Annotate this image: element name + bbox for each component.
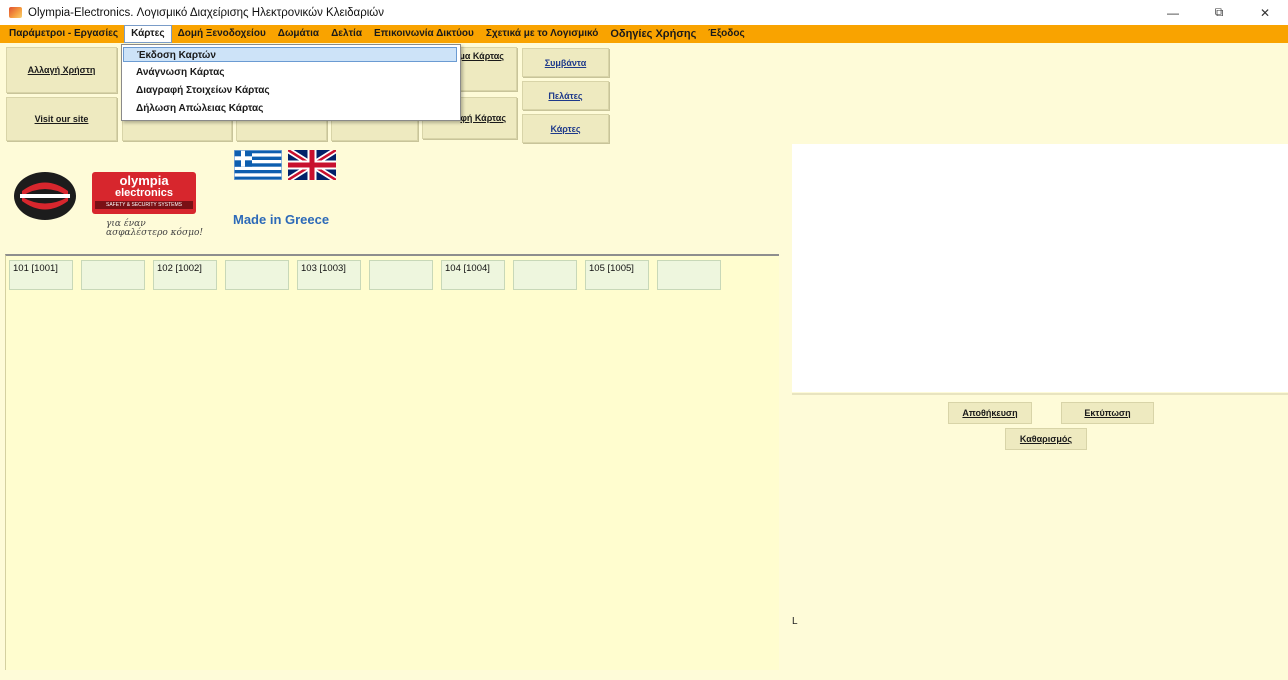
visit-site-button[interactable]: Visit our site [6,97,117,141]
room-tile[interactable] [81,260,145,290]
slogan-line-2: ασφαλέστερο κόσμο! [106,228,204,238]
rooms-panel: 101 [1001] 102 [1002] 103 [1003] 104 [10… [5,254,779,670]
window-title: Olympia-Electronics. Λογισμικό Διαχείρισ… [28,6,385,19]
room-tile[interactable]: 102 [1002] [153,260,217,290]
app-icon [9,7,22,18]
menu-parameters[interactable]: Παράμετροι - Εργασίες [0,25,124,43]
cards-button[interactable]: Κάρτες [522,114,609,143]
menu-rooms[interactable]: Δωμάτια [272,25,325,43]
change-user-button[interactable]: Αλλαγή Χρήστη [6,47,117,93]
made-in-greece-label: Made in Greece [233,212,330,227]
greek-flag-icon[interactable] [234,150,282,180]
menu-network[interactable]: Επικοινωνία Δικτύου [368,25,480,43]
room-tile[interactable] [369,260,433,290]
menu-delete-card-data[interactable]: Διαγραφή Στοιχείων Κάρτας [136,83,270,98]
menu-bar: Παράμετροι - Εργασίες Κάρτες Δομή Ξενοδο… [0,25,1288,43]
cards-dropdown-menu: Έκδοση Καρτών Ανάγνωση Κάρτας Διαγραφή Σ… [121,44,461,121]
save-button[interactable]: Αποθήκευση [948,402,1032,424]
room-tile[interactable] [225,260,289,290]
room-tile[interactable]: 104 [1004] [441,260,505,290]
uk-flag-icon[interactable] [288,150,336,180]
close-button[interactable]: ✕ [1242,0,1288,25]
card-bottom-label: φή Κάρτας [460,113,506,123]
room-tile[interactable]: 103 [1003] [297,260,361,290]
menu-hotel-structure[interactable]: Δομή Ξενοδοχείου [172,25,272,43]
company-logo: olympia electronics SAFETY & SECURITY SY… [10,160,230,245]
print-button[interactable]: Εκτύπωση [1061,402,1154,424]
details-text-area[interactable] [792,144,1288,392]
menu-issue-cards[interactable]: Έκδοση Καρτών [123,47,457,62]
restore-button[interactable]: ⧉ [1196,0,1242,25]
menu-about[interactable]: Σχετικά με το Λογισμικό [480,25,604,43]
room-tile[interactable] [513,260,577,290]
room-tile[interactable]: 105 [1005] [585,260,649,290]
customers-button[interactable]: Πελάτες [522,81,609,110]
events-button[interactable]: Συμβάντα [522,48,609,77]
brand-name-2: electronics [114,187,174,199]
card-top-label: ομα Κάρτας [453,51,504,61]
separator [792,393,1288,395]
room-tile[interactable] [657,260,721,290]
olympia-emblem-icon [14,172,76,220]
minimize-button[interactable]: — [1150,0,1196,25]
window-controls: — ⧉ ✕ [1150,0,1288,25]
slogan: για έναν ασφαλέστερο κόσμο! [106,220,203,238]
status-label: L [792,616,798,627]
clear-button[interactable]: Καθαρισμός [1005,428,1087,450]
menu-reports[interactable]: Δελτία [325,25,368,43]
menu-exit[interactable]: Έξοδος [702,25,750,43]
room-tile[interactable]: 101 [1001] [9,260,73,290]
menu-report-lost-card[interactable]: Δήλωση Απώλειας Κάρτας [136,101,263,116]
brand-box: olympia electronics SAFETY & SECURITY SY… [92,172,196,214]
brand-name-1: olympia [119,173,169,188]
brand-subtitle: SAFETY & SECURITY SYSTEMS [95,201,193,209]
menu-read-card[interactable]: Ανάγνωση Κάρτας [136,65,224,80]
menu-instructions[interactable]: Οδηγίες Χρήσης [604,25,702,43]
menu-cards[interactable]: Κάρτες [124,25,172,43]
title-bar: Olympia-Electronics. Λογισμικό Διαχείρισ… [0,0,1288,25]
